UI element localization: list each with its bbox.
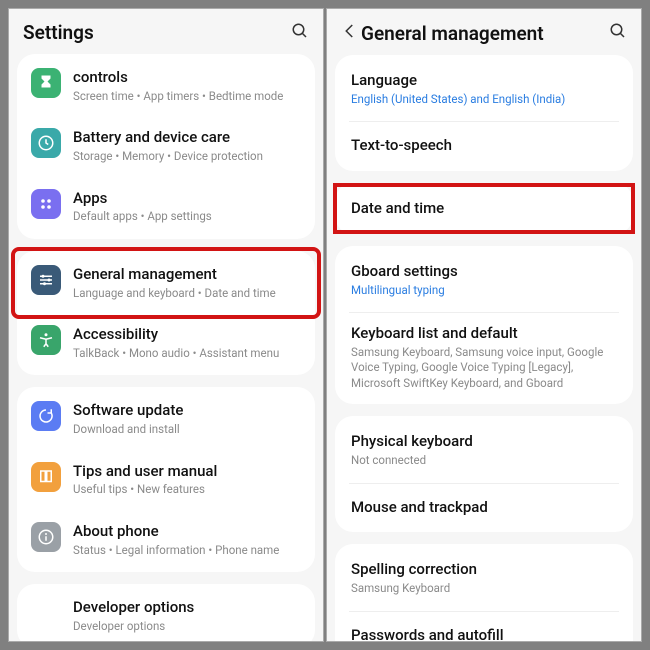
gm-list[interactable]: Language English (United States) and Engl…: [327, 55, 641, 641]
row-subtitle: Status • Legal information • Phone name: [73, 543, 301, 559]
row-label: Text-to-speech: [351, 136, 617, 155]
row-label: Software update: [73, 401, 301, 420]
refresh-icon: [31, 401, 61, 431]
row-label: General management: [73, 265, 301, 284]
row-subtitle: Language and keyboard • Date and time: [73, 286, 301, 302]
row-subtitle: Developer options: [73, 619, 301, 635]
settings-panel: Settings controls Screen time • App timer…: [8, 8, 324, 642]
gm-group: Physical keyboard Not connected Mouse and …: [335, 416, 633, 532]
settings-group: Software update Download and install Tips …: [17, 387, 315, 572]
gm-row-mouse-and-trackpad[interactable]: Mouse and trackpad: [335, 484, 633, 531]
row-subtitle: Samsung Keyboard, Samsung voice input, G…: [351, 345, 617, 392]
settings-row-about-phone[interactable]: About phone Status • Legal information • …: [17, 510, 315, 570]
row-subtitle: Not connected: [351, 453, 617, 469]
gm-row-language[interactable]: Language English (United States) and Engl…: [335, 57, 633, 121]
page-title: General management: [361, 22, 605, 45]
row-subtitle: English (United States) and English (Ind…: [351, 92, 617, 108]
row-label: Accessibility: [73, 325, 301, 344]
row-label: Date and time: [351, 199, 617, 218]
row-label: Gboard settings: [351, 262, 617, 281]
settings-row-software-update[interactable]: Software update Download and install: [17, 389, 315, 449]
settings-group: General management Language and keyboard …: [17, 251, 315, 376]
settings-header: Settings: [9, 9, 323, 54]
row-label: Battery and device care: [73, 128, 301, 147]
settings-group: controls Screen time • App timers • Bedti…: [17, 54, 315, 239]
gm-row-gboard-settings[interactable]: Gboard settings Multilingual typing: [335, 248, 633, 312]
gm-row-keyboard-list-and-default[interactable]: Keyboard list and default Samsung Keyboar…: [335, 313, 633, 402]
gm-row-physical-keyboard[interactable]: Physical keyboard Not connected: [335, 418, 633, 482]
gm-group: Spelling correction Samsung Keyboard Passw…: [335, 544, 633, 641]
row-label: About phone: [73, 522, 301, 541]
gm-row-passwords-and-autofill[interactable]: Passwords and autofill: [335, 612, 633, 641]
grid-icon: [31, 189, 61, 219]
row-label: controls: [73, 68, 301, 87]
gm-group: Date and time: [335, 183, 633, 234]
settings-row-controls[interactable]: controls Screen time • App timers • Bedti…: [17, 56, 315, 116]
gm-row-date-and-time[interactable]: Date and time: [335, 185, 633, 232]
hourglass-icon: [31, 68, 61, 98]
gm-group: Language English (United States) and Engl…: [335, 55, 633, 171]
general-management-panel: General management Language English (Unit…: [326, 8, 642, 642]
book-icon: [31, 462, 61, 492]
row-subtitle: Useful tips • New features: [73, 482, 301, 498]
settings-list[interactable]: controls Screen time • App timers • Bedti…: [9, 54, 323, 641]
row-subtitle: Default apps • App settings: [73, 209, 301, 225]
row-label: Language: [351, 71, 617, 90]
row-label: Tips and user manual: [73, 462, 301, 481]
row-subtitle: Samsung Keyboard: [351, 581, 617, 597]
settings-row-battery-and-device-care[interactable]: Battery and device care Storage • Memory …: [17, 116, 315, 176]
gm-row-spelling-correction[interactable]: Spelling correction Samsung Keyboard: [335, 546, 633, 610]
search-button[interactable]: [287, 22, 309, 44]
row-label: Keyboard list and default: [351, 324, 617, 343]
search-icon: [291, 22, 309, 40]
settings-row-general-management[interactable]: General management Language and keyboard …: [17, 253, 315, 313]
row-subtitle: Storage • Memory • Device protection: [73, 149, 301, 165]
row-subtitle: TalkBack • Mono audio • Assistant menu: [73, 346, 301, 362]
page-title: Settings: [23, 21, 287, 44]
settings-row-accessibility[interactable]: Accessibility TalkBack • Mono audio • Ass…: [17, 313, 315, 373]
gm-row-text-to-speech[interactable]: Text-to-speech: [335, 122, 633, 169]
row-label: Physical keyboard: [351, 432, 617, 451]
battery-icon: [31, 128, 61, 158]
row-label: Spelling correction: [351, 560, 617, 579]
settings-row-tips-and-user-manual[interactable]: Tips and user manualUseful tips • New fe…: [17, 450, 315, 510]
settings-row-apps[interactable]: AppsDefault apps • App settings: [17, 177, 315, 237]
back-button[interactable]: [341, 21, 361, 45]
gm-header: General management: [327, 9, 641, 55]
sliders-icon: [31, 265, 61, 295]
info-icon: [31, 522, 61, 552]
search-icon: [609, 22, 627, 40]
settings-row-developer-options[interactable]: Developer options Developer options: [17, 586, 315, 641]
row-subtitle: Multilingual typing: [351, 283, 617, 299]
row-subtitle: Screen time • App timers • Bedtime mode: [73, 89, 301, 105]
gm-group: Gboard settings Multilingual typing Keyboa…: [335, 246, 633, 405]
search-button[interactable]: [605, 22, 627, 44]
row-label: Developer options: [73, 598, 301, 617]
row-label: Mouse and trackpad: [351, 498, 617, 517]
row-label: Apps: [73, 189, 301, 208]
back-icon: [341, 22, 359, 40]
row-label: Passwords and autofill: [351, 626, 617, 641]
settings-group: Developer options Developer options: [17, 584, 315, 641]
accessibility-icon: [31, 325, 61, 355]
row-subtitle: Download and install: [73, 422, 301, 438]
